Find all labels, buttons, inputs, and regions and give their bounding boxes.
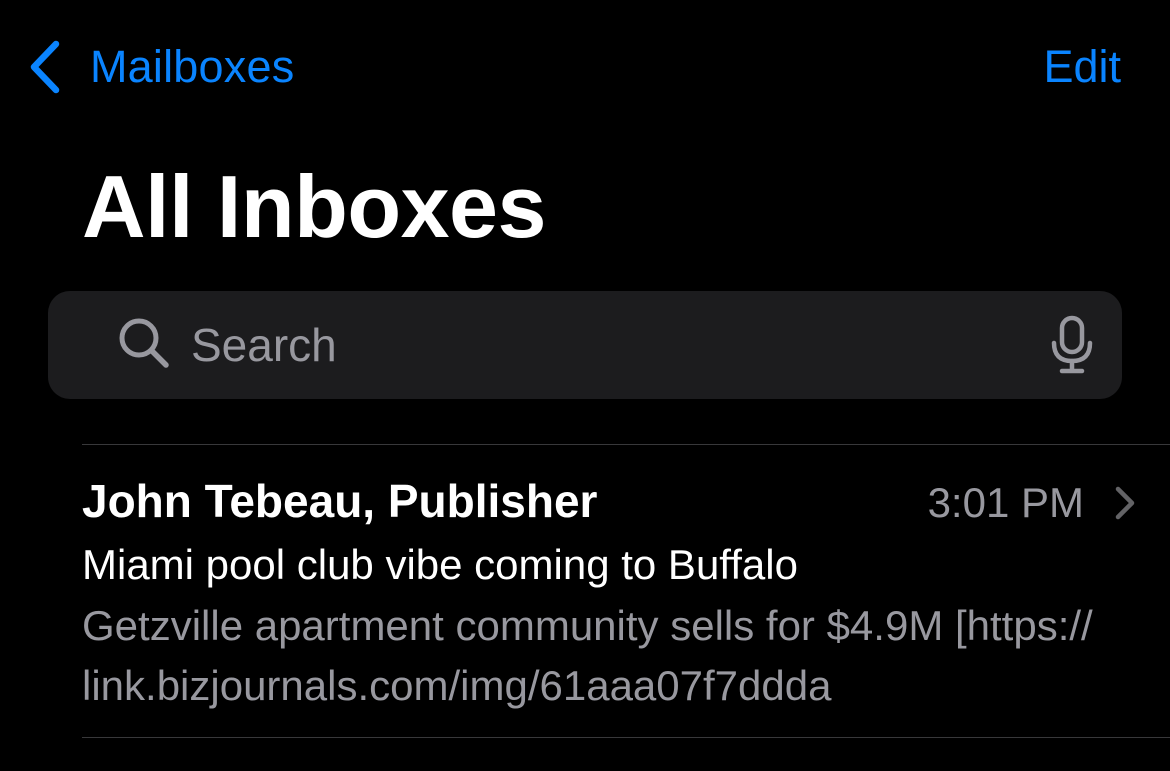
search-bar[interactable] (48, 291, 1122, 399)
message-list-item[interactable]: John Tebeau, Publisher 3:01 PM Miami poo… (0, 445, 1170, 737)
message-preview: Getzville apartment community sells for … (82, 602, 1093, 709)
microphone-icon[interactable] (1048, 315, 1096, 375)
message-subject: Miami pool club vibe coming to Buffalo (82, 541, 798, 588)
back-to-mailboxes-button[interactable]: Mailboxes (26, 36, 294, 98)
search-input[interactable] (191, 317, 1041, 373)
navigation-bar: Mailboxes Edit (0, 0, 1170, 130)
message-time: 3:01 PM (927, 479, 1084, 526)
search-icon (119, 318, 169, 368)
list-divider (82, 737, 1170, 738)
chevron-left-icon (30, 40, 60, 94)
back-button-label: Mailboxes (90, 41, 295, 92)
page-title: All Inboxes (82, 157, 546, 256)
message-sender: John Tebeau, Publisher (82, 475, 598, 527)
chevron-right-icon (1115, 486, 1135, 520)
edit-button[interactable]: Edit (1043, 36, 1121, 98)
